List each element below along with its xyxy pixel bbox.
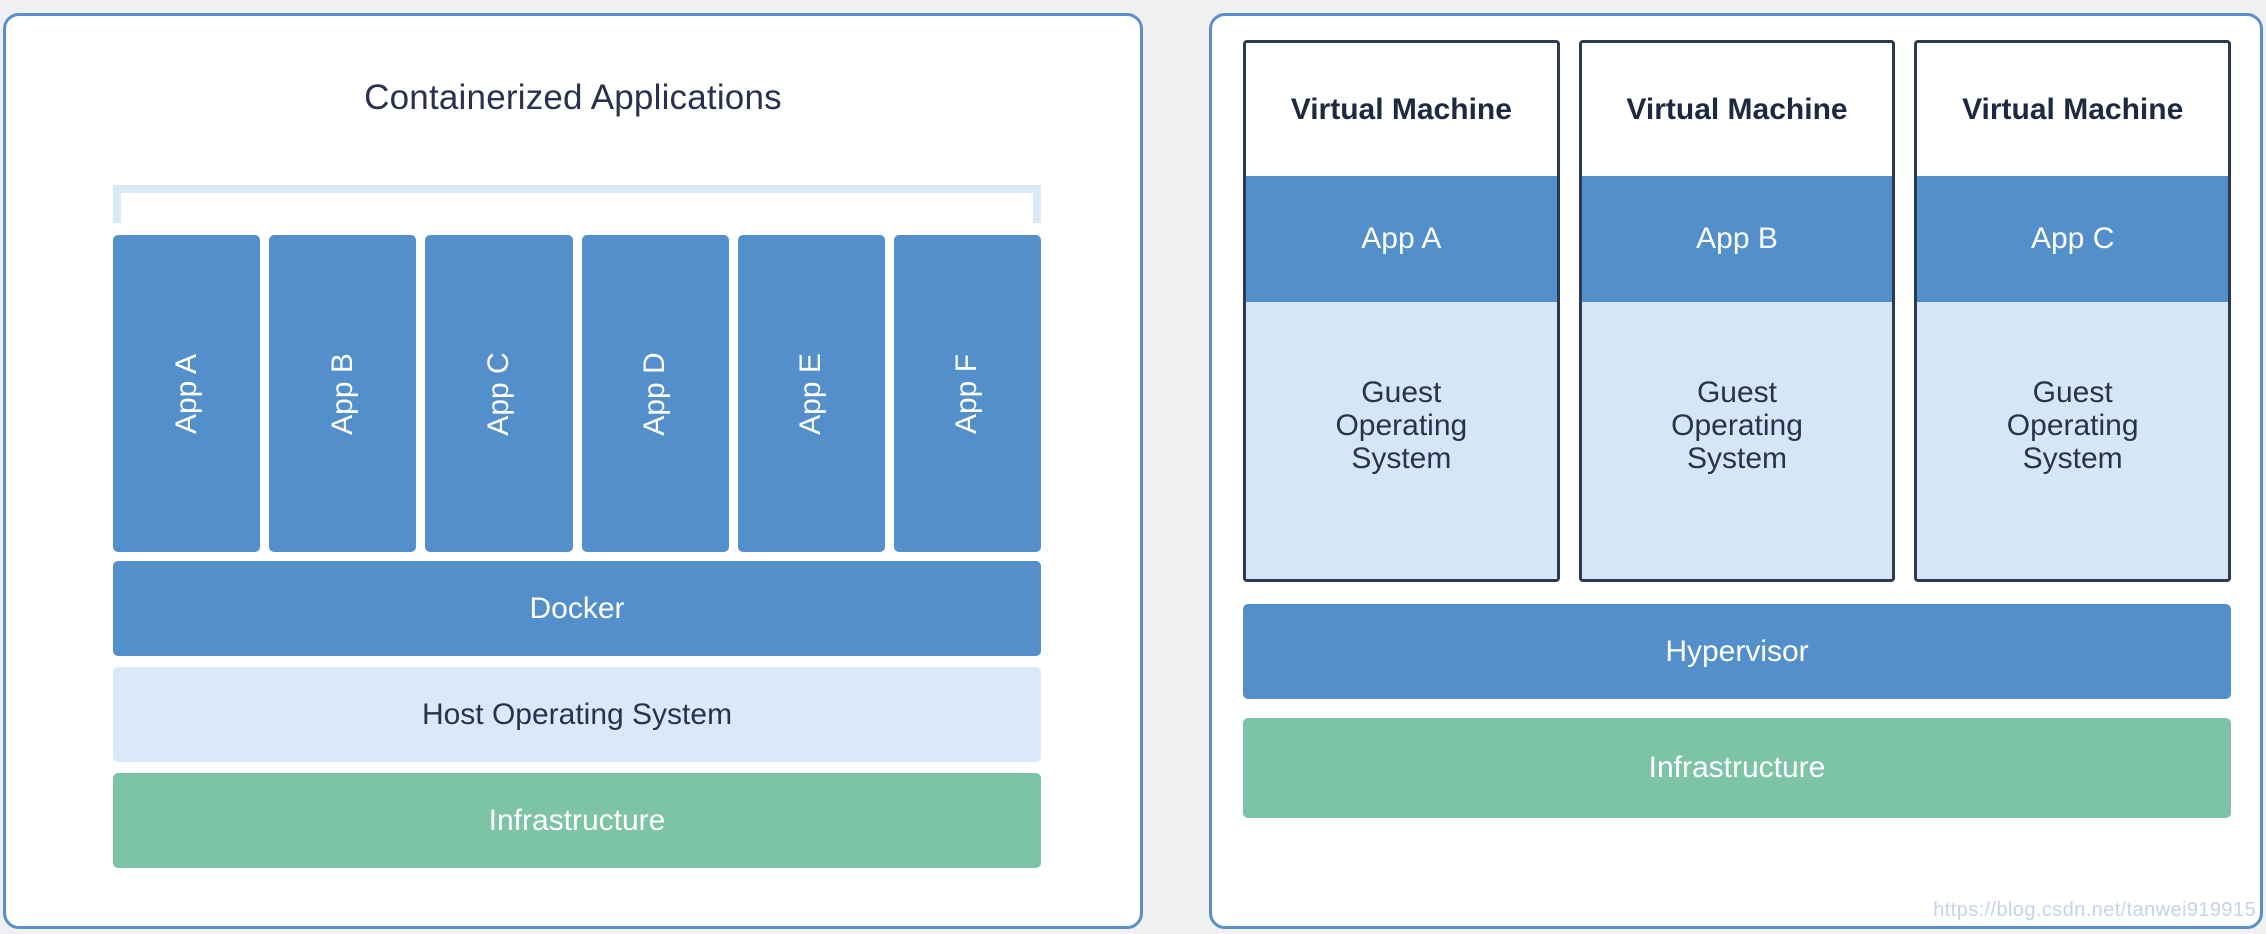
app-box-b[interactable]: App B [269,235,417,552]
app-box-label: App E [794,352,828,435]
guest-os-line: System [1686,442,1788,475]
guest-operating-system-band: Guest Operating System [1246,302,1557,579]
virtual-machine-app-band: App A [1246,176,1557,302]
app-box-label: App A [169,353,203,434]
virtual-machines-row: Virtual Machine App A Guest Operating Sy… [1243,40,2232,582]
containerized-apps-row: App A App B App C App D App E App F [113,235,1042,552]
guest-os-line: System [1351,442,1452,475]
app-box-e[interactable]: App E [737,235,885,552]
app-box-f[interactable]: App F [893,235,1042,552]
app-box-label: App C [481,351,515,436]
guest-operating-system-band: Guest Operating System [1581,302,1893,579]
vms-infrastructure-layer-bar[interactable]: Infrastructure [1243,718,2231,818]
app-box-c[interactable]: App C [425,235,573,552]
guest-os-line: Operating [1335,409,1468,442]
docker-layer-bar[interactable]: Docker [113,561,1041,656]
virtual-machines-panel: Virtual Machine App A Guest Operating Sy… [1209,13,2263,929]
container-grouping-bracket [113,185,1041,223]
diagram-canvas: Containerized Applications App A App B A… [0,0,2266,934]
guest-os-line: Guest [1696,376,1778,409]
virtual-machine-box-3[interactable]: Virtual Machine App C Guest Operating Sy… [1914,40,2232,582]
virtual-machine-title: Virtual Machine [1917,43,2229,176]
app-box-label: App D [638,351,672,436]
containers-panel: Containerized Applications App A App B A… [3,13,1143,929]
hypervisor-layer-bar[interactable]: Hypervisor [1243,604,2231,699]
app-box-d[interactable]: App D [581,235,729,552]
guest-os-line: Operating [2006,409,2139,442]
guest-os-line: System [2022,442,2123,475]
virtual-machine-title: Virtual Machine [1581,43,1893,176]
guest-os-line: Guest [2032,376,2113,409]
guest-os-line: Guest [1361,376,1442,409]
virtual-machine-box-1[interactable]: Virtual Machine App A Guest Operating Sy… [1243,40,1560,582]
app-box-label: App B [325,352,359,435]
virtual-machine-app-band: App B [1581,176,1893,302]
app-box-label: App F [950,353,984,434]
containers-infrastructure-layer-bar[interactable]: Infrastructure [113,773,1041,868]
virtual-machine-box-2[interactable]: Virtual Machine App B Guest Operating Sy… [1578,40,1896,582]
host-operating-system-layer-bar[interactable]: Host Operating System [113,667,1041,762]
containers-panel-title: Containerized Applications [364,78,782,117]
source-watermark: https://blog.csdn.net/tanwei919915 [1933,899,2256,921]
virtual-machine-app-band: App C [1917,176,2229,302]
app-box-a[interactable]: App A [113,235,261,552]
guest-operating-system-band: Guest Operating System [1917,302,2229,579]
guest-os-line: Operating [1671,409,1803,442]
virtual-machine-title: Virtual Machine [1246,43,1557,176]
